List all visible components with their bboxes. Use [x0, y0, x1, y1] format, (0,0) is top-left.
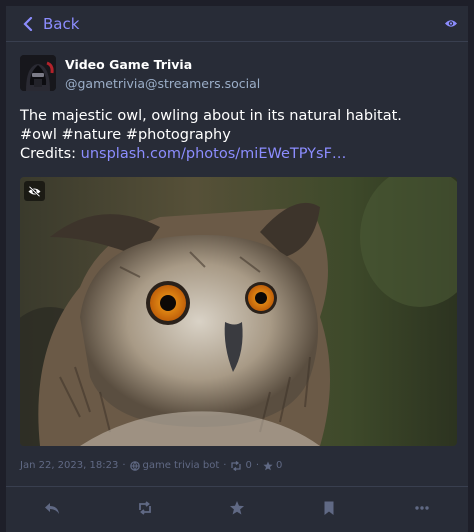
chevron-left-icon: [23, 17, 33, 31]
boost-count[interactable]: 0: [245, 460, 251, 471]
retweet-icon: [231, 460, 242, 471]
meta-separator: ·: [255, 460, 259, 471]
reply-button[interactable]: [32, 493, 72, 523]
timestamp[interactable]: Jan 22, 2023, 18:23: [20, 460, 118, 471]
bookmark-button[interactable]: [309, 493, 349, 523]
more-button[interactable]: [402, 493, 442, 523]
globe-icon: [129, 460, 140, 471]
credits-label: Credits:: [20, 146, 81, 162]
back-label: Back: [43, 15, 80, 33]
display-name[interactable]: Video Game Trivia: [65, 57, 192, 72]
favourite-count[interactable]: 0: [276, 460, 282, 471]
status-meta: Jan 22, 2023, 18:23 · game trivia bot · …: [20, 460, 282, 471]
boost-button[interactable]: [125, 493, 165, 523]
reply-icon: [45, 503, 60, 514]
star-icon: [263, 461, 273, 470]
column-header: Back: [6, 6, 468, 42]
owl-photo[interactable]: [20, 177, 457, 446]
credits-line: Credits: unsplash.com/photos/miEWeTPYsF…: [20, 145, 460, 164]
favourite-button[interactable]: [217, 493, 257, 523]
meta-separator: ·: [223, 460, 227, 471]
status-text: The majestic owl, owling about in its na…: [20, 108, 402, 124]
ellipsis-icon: [415, 506, 429, 510]
media-attachment[interactable]: [20, 177, 457, 446]
avatar[interactable]: [20, 55, 56, 91]
action-bar: [6, 488, 468, 528]
hashtags[interactable]: #owl #nature #photography: [20, 126, 460, 145]
star-icon: [229, 501, 244, 515]
retweet-icon: [138, 501, 151, 515]
eye-icon[interactable]: [444, 18, 458, 29]
credits-link[interactable]: unsplash.com/photos/miEWeTPYsF…: [81, 146, 347, 162]
account-handle[interactable]: @gametrivia@streamers.social: [65, 76, 260, 91]
meta-separator: ·: [122, 460, 126, 471]
status-content: The majestic owl, owling about in its na…: [20, 107, 460, 164]
divider: [6, 486, 468, 487]
back-button[interactable]: Back: [22, 15, 79, 33]
application-name[interactable]: game trivia bot: [143, 460, 220, 471]
hide-media-button[interactable]: [24, 181, 45, 201]
status-detail-panel: Back Video Game Trivia @gametrivia@strea…: [6, 6, 468, 532]
eye-slash-icon: [28, 185, 41, 197]
bookmark-icon: [324, 501, 334, 515]
